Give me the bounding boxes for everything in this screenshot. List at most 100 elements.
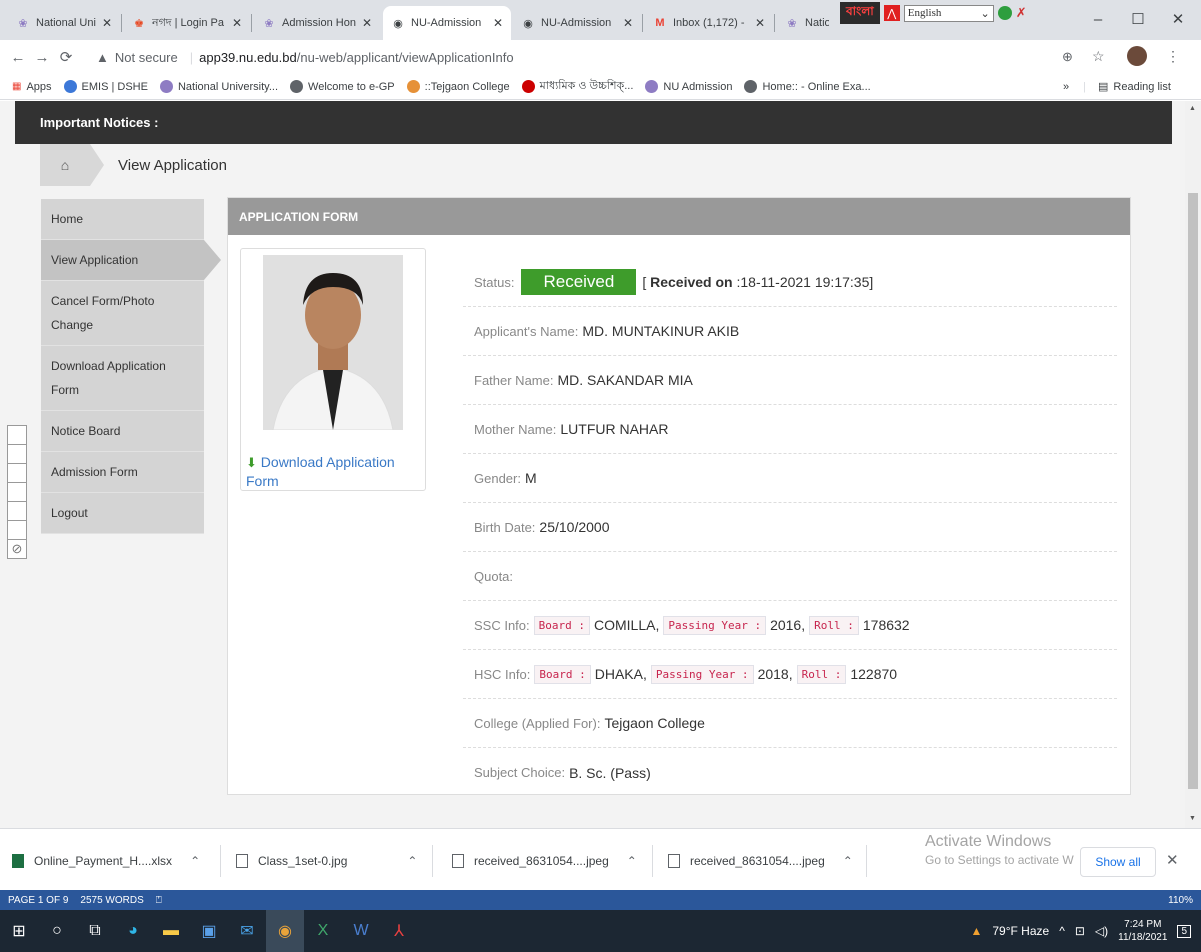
sidebar-item-admission-form[interactable]: Admission Form [41,452,204,493]
chrome-icon[interactable]: ◉ [266,910,304,952]
bookmark-egp[interactable]: Welcome to e-GP [290,80,395,93]
more-bookmarks-button[interactable]: » [1063,81,1069,93]
globe-icon [290,80,304,93]
mail-icon[interactable]: ✉ [228,910,266,952]
bookmark-apps[interactable]: ▦ Apps [12,81,52,93]
page-scrollbar[interactable]: ▲ ▼ [1185,101,1201,828]
network-icon[interactable]: ⊡ [1075,924,1085,938]
word-count[interactable]: 2575 WORDS [80,895,143,906]
gmail-favicon-icon: M [655,17,665,29]
sidebar-item-view-application[interactable]: View Application [41,240,221,281]
tab-national-university-2[interactable]: ❀ National Unive [777,6,837,40]
minimize-button[interactable]: – [1078,6,1118,32]
sidebar-item-download-form[interactable]: Download Application Form [41,346,204,411]
page-count[interactable]: PAGE 1 OF 9 [8,895,68,906]
reading-list-button[interactable]: ▤ Reading list [1098,80,1171,94]
tab-nu-admission[interactable]: ◉ NU-Admission ✕ [513,6,641,40]
zoom-icon[interactable]: ⊕ [1062,49,1073,65]
edge-icon[interactable]: ◕ [114,910,152,952]
tab-close-icon[interactable]: ✕ [362,16,372,30]
tray-chevron-icon[interactable]: ^ [1059,924,1065,938]
clock[interactable]: 7:24 PM 11/18/2021 [1118,918,1167,944]
breadcrumb-home[interactable]: ⌂ [40,144,104,186]
tab-close-icon[interactable]: ✕ [623,16,633,30]
url-path: /nu-web/applicant/viewApplicationInfo [296,49,514,65]
tab-admission-home[interactable]: ❀ Admission Hon ✕ [254,6,380,40]
forward-arrow-icon[interactable]: → [30,49,54,66]
bookmark-dshe[interactable]: মাধ্যমিক ও উচ্চশিক্... [521,77,633,96]
float-button[interactable] [7,482,27,502]
float-button[interactable] [7,425,27,445]
download-item-xlsx[interactable]: Online_Payment_H....xlsx ⌃ [12,847,200,875]
status-label: Status: [474,274,515,290]
scrollbar-thumb[interactable] [1188,193,1198,789]
chevron-up-icon[interactable]: ⌃ [843,854,853,868]
tab-nagad-login[interactable]: ♚ নগদ | Login Pa ✕ [124,6,250,40]
scroll-up-icon[interactable]: ▲ [1189,105,1196,112]
ime-close-icon[interactable]: ✗ [1016,5,1027,21]
bookmark-emis[interactable]: EMIS | DSHE [63,80,148,93]
download-item-jpg[interactable]: Class_1set-0.jpg ⌃ [236,847,417,875]
chevron-up-icon[interactable]: ⌃ [627,854,637,868]
download-item-jpeg-2[interactable]: received_8631054....jpeg ⌃ [668,847,853,875]
close-window-button[interactable]: ✕ [1158,6,1198,32]
roll-tag: Roll : [796,664,847,684]
excel-icon[interactable]: X [304,910,342,952]
bookmark-online-exam[interactable]: Home:: - Online Exa... [744,80,871,93]
profile-avatar[interactable] [1127,46,1147,66]
tab-close-icon[interactable]: ✕ [755,16,765,30]
search-icon[interactable]: ○ [38,910,76,952]
star-icon[interactable]: ☆ [1092,48,1105,65]
warning-icon[interactable]: ▲ [96,50,109,65]
tab-close-icon[interactable]: ✕ [102,16,112,30]
ime-bangla-label[interactable]: বাংলা [840,2,880,24]
volume-icon[interactable]: ◁) [1095,924,1108,938]
chevron-up-icon[interactable]: ⌃ [190,854,200,868]
back-arrow-icon[interactable]: ← [6,49,30,66]
board-tag: Board : [534,664,591,684]
sidebar-item-logout[interactable]: Logout [41,493,204,534]
college-value: Tejgaon College [604,715,705,731]
close-downloads-icon[interactable]: ✕ [1166,851,1179,869]
maximize-button[interactable]: ☐ [1118,6,1158,32]
task-view-icon[interactable]: ⧉ [76,910,114,952]
sidebar-item-home[interactable]: Home [41,199,204,240]
bookmark-tejgaon[interactable]: ::Tejgaon College [406,80,510,93]
show-all-button[interactable]: Show all [1080,847,1156,877]
tab-close-icon[interactable]: ✕ [493,16,503,30]
ime-language-select[interactable]: English ⌄ [903,4,994,22]
chevron-up-icon[interactable]: ⌃ [407,854,417,868]
bookmark-national-university[interactable]: National University... [159,80,278,93]
ime-green-icon[interactable] [997,6,1012,20]
float-button[interactable] [7,520,27,540]
zoom-level[interactable]: 110% [1168,895,1193,906]
float-button[interactable] [7,501,27,521]
download-item-jpeg-1[interactable]: received_8631054....jpeg ⌃ [452,847,637,875]
notification-icon[interactable]: 5 [1177,924,1191,938]
file-explorer-icon[interactable]: ▬ [152,910,190,952]
tab-gmail-inbox[interactable]: M Inbox (1,172) - ✕ [645,6,773,40]
sidebar-item-notice-board[interactable]: Notice Board [41,411,204,452]
tab-national-university[interactable]: ❀ National Unive ✕ [8,6,120,40]
sidebar-item-cancel-form[interactable]: Cancel Form/Photo Change [41,281,204,346]
word-icon[interactable]: W [342,910,380,952]
scroll-down-icon[interactable]: ▼ [1189,815,1196,822]
not-secure-label[interactable]: Not secure [115,50,178,65]
weather-icon[interactable]: ▲ [970,924,982,938]
weather-text[interactable]: 79°F Haze [992,924,1049,938]
tab-nu-admission-active[interactable]: ◉ NU-Admission ✕ [383,6,511,40]
float-button[interactable] [7,463,27,483]
store-icon[interactable]: ▣ [190,910,228,952]
bookmark-nu-admission[interactable]: NU Admission [645,80,732,93]
url-bar[interactable]: ▲ Not secure | app39.nu.edu.bd/nu-web/ap… [96,44,1096,70]
tab-close-icon[interactable]: ✕ [232,16,242,30]
acrobat-icon[interactable]: ⅄ [380,910,418,952]
reload-icon[interactable]: ⟳ [54,48,78,66]
menu-dots-icon[interactable]: ⋮ [1166,48,1180,65]
acrobat-icon[interactable]: ⋀ [883,5,900,21]
block-icon[interactable]: ⊘ [7,539,27,559]
windows-start-icon[interactable]: ⊞ [0,910,38,952]
download-application-form-link[interactable]: ⬇ Download Application Form [246,453,426,490]
proofing-icon[interactable]: ⍞ [156,895,162,906]
float-button[interactable] [7,444,27,464]
